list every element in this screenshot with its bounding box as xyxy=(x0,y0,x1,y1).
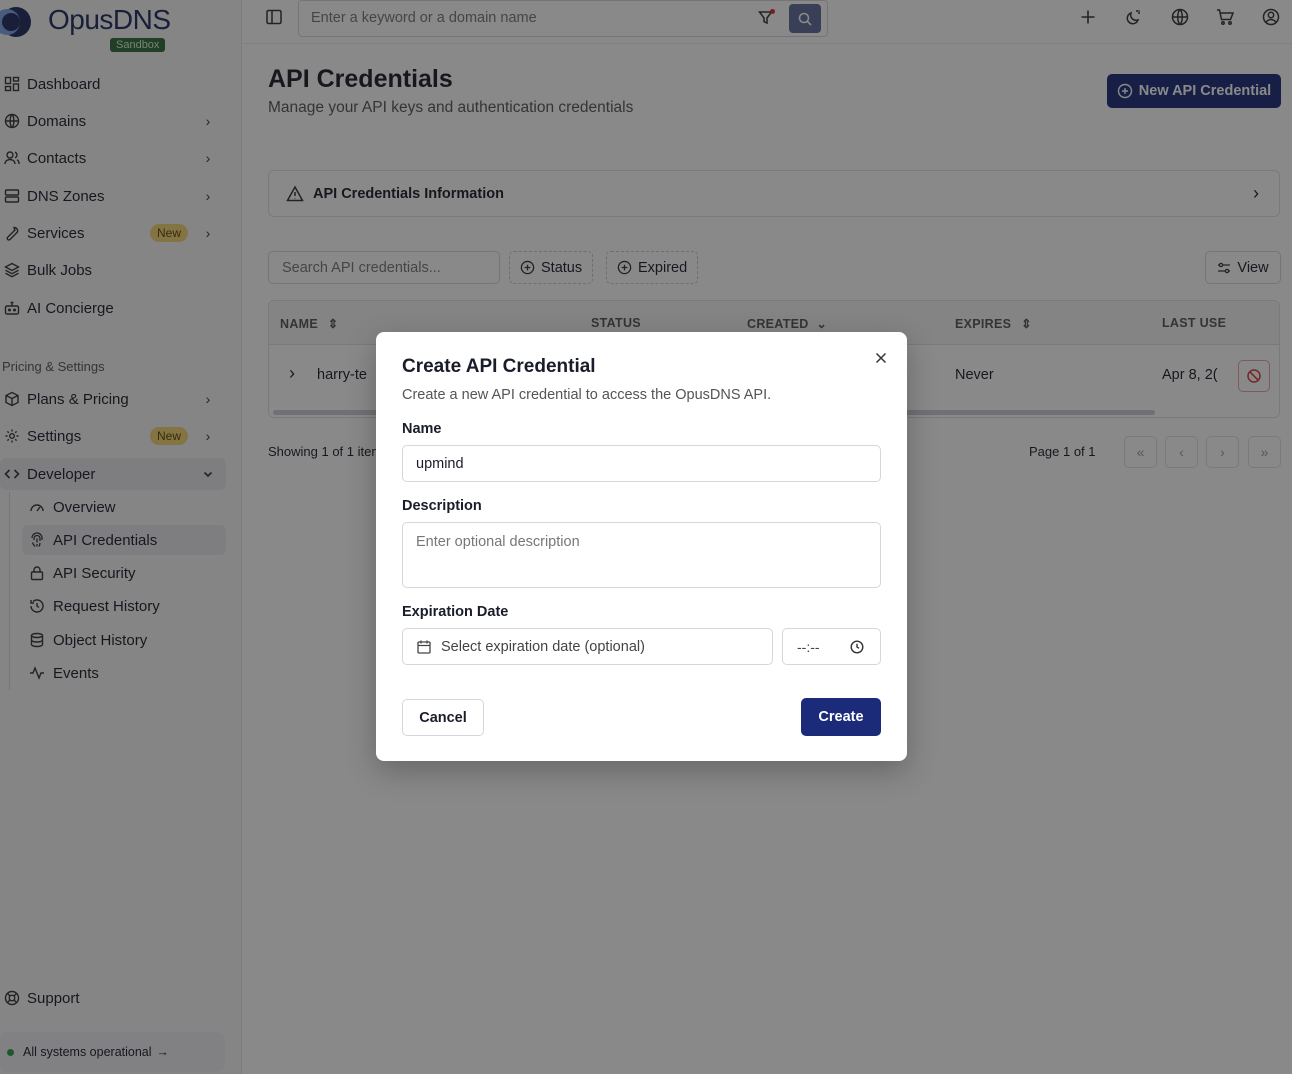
calendar-icon xyxy=(417,640,431,654)
expiration-date-label: Expiration Date xyxy=(402,604,509,620)
create-api-credential-dialog: Create API Credential Create a new API c… xyxy=(376,332,907,761)
cancel-button[interactable]: Cancel xyxy=(402,699,484,736)
description-textarea[interactable]: Enter optional description xyxy=(402,522,881,588)
date-placeholder: Select expiration date (optional) xyxy=(441,638,645,655)
description-label: Description xyxy=(402,498,482,514)
create-button[interactable]: Create xyxy=(801,698,881,736)
clock-icon xyxy=(850,639,864,654)
expiration-time-input[interactable]: --:-- xyxy=(782,628,881,665)
expiration-date-picker[interactable]: Select expiration date (optional) xyxy=(402,628,773,665)
name-label: Name xyxy=(402,421,442,437)
dialog-title: Create API Credential xyxy=(402,356,596,377)
name-input[interactable]: upmind xyxy=(402,445,881,482)
time-placeholder: --:-- xyxy=(797,638,820,655)
dialog-description: Create a new API credential to access th… xyxy=(402,387,772,403)
close-icon[interactable] xyxy=(871,348,891,368)
